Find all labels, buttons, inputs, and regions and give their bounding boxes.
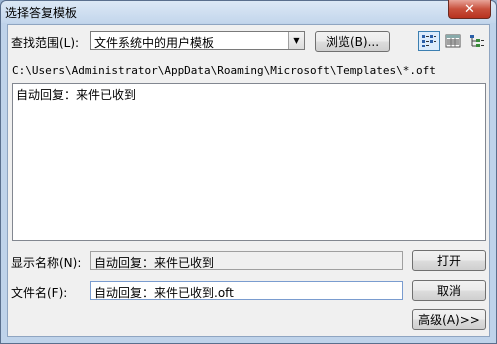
dialog-window: 选择答复模板 ✕ 查找范围(L): 文件系统中的用户模板 ▼ 浏览(B)... bbox=[0, 0, 497, 344]
file-name-value: 自动回复：来件已收到.oft bbox=[94, 286, 234, 300]
title-bar[interactable]: 选择答复模板 ✕ bbox=[1, 0, 496, 23]
cancel-button[interactable]: 取消 bbox=[412, 280, 486, 301]
look-in-dropdown[interactable]: 文件系统中的用户模板 ▼ bbox=[90, 31, 305, 50]
display-name-field: 自动回复：来件已收到 bbox=[90, 251, 403, 270]
details-view-icon[interactable] bbox=[442, 31, 464, 51]
file-name-label: 文件名(F): bbox=[11, 286, 68, 300]
dialog-client-area: 查找范围(L): 文件系统中的用户模板 ▼ 浏览(B)... C:\Users\… bbox=[7, 24, 490, 337]
tree-view-icon[interactable] bbox=[466, 31, 488, 51]
browse-button[interactable]: 浏览(B)... bbox=[315, 31, 390, 52]
chevron-down-icon[interactable]: ▼ bbox=[288, 32, 304, 49]
display-name-value: 自动回复：来件已收到 bbox=[94, 256, 215, 270]
close-button[interactable]: ✕ bbox=[448, 0, 491, 19]
open-button[interactable]: 打开 bbox=[412, 250, 486, 271]
template-file-list[interactable]: 自动回复：来件已收到 bbox=[12, 83, 486, 241]
file-name-input[interactable]: 自动回复：来件已收到.oft bbox=[90, 281, 403, 300]
display-name-label: 显示名称(N): bbox=[11, 256, 82, 270]
advanced-button[interactable]: 高级(A)>> bbox=[412, 309, 486, 330]
look-in-label: 查找范围(L): bbox=[11, 36, 80, 50]
list-item[interactable]: 自动回复：来件已收到 bbox=[16, 86, 136, 103]
list-view-icon[interactable] bbox=[418, 31, 440, 51]
look-in-selected: 文件系统中的用户模板 bbox=[94, 36, 215, 50]
template-path: C:\Users\Administrator\AppData\Roaming\M… bbox=[12, 64, 436, 77]
window-title: 选择答复模板 bbox=[5, 6, 78, 20]
